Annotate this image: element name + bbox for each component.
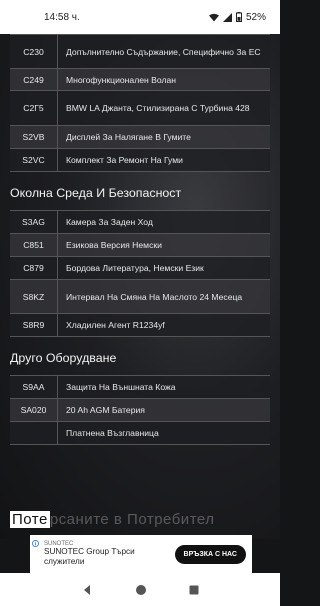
option-description: Дисплей За Налягане В Гумите: [66, 132, 191, 142]
option-description: Многофункционален Волан: [66, 74, 177, 85]
table-row: Платнена Възглавница: [10, 422, 270, 445]
option-description: Интервал На Смяна На Маслото 24 Месеца: [66, 291, 243, 302]
option-code: S2VB: [10, 126, 58, 148]
section-title-other: Друго Оборудване: [10, 351, 117, 365]
option-description: Езикова Версия Немски: [66, 240, 162, 250]
option-description: 20 Ah AGM Батерия: [66, 405, 145, 415]
option-code: C249: [10, 69, 58, 90]
ad-contact-button[interactable]: ВРЪЗКА С НАС: [174, 544, 246, 564]
equipment-table-environment: S3AG Камера За Заден Ход C851 Езикова Ве…: [10, 210, 270, 337]
table-row: C2Г5 BMW LA Джанта, Стилизирана С Турбин…: [10, 91, 270, 126]
ad-info-icon[interactable]: [32, 540, 39, 547]
section-title-environment: Околна Среда И Безопасност: [10, 186, 182, 200]
home-icon[interactable]: [135, 584, 147, 596]
option-code: C879: [10, 257, 58, 279]
table-row: C879 Бордова Литература, Немски Език: [10, 257, 270, 280]
option-code: [10, 422, 58, 444]
table-row: S8KZ Интервал На Смяна На Маслото 24 Мес…: [10, 280, 270, 314]
battery-icon: [235, 12, 242, 22]
option-code: S3AG: [10, 211, 58, 233]
signal-icon: [222, 12, 232, 22]
equipment-table-top: C230 Допълнително Съдържание, Специфично…: [10, 34, 270, 172]
content-scroll-area[interactable]: C230 Допълнително Съдържание, Специфично…: [0, 34, 280, 539]
option-code: S8KZ: [10, 280, 58, 313]
option-description: Допълнително Съдържание, Специфично За Е…: [66, 46, 261, 57]
option-code: S2VC: [10, 149, 58, 171]
overlay-heading: Поте рсаните в Потребител: [10, 511, 215, 528]
option-code: C851: [10, 234, 58, 256]
wifi-icon: [208, 13, 219, 21]
overlay-heading-lead: Поте: [10, 511, 50, 528]
ad-text[interactable]: SUNOTEC SUNOTEC Group Търси служители: [36, 541, 175, 567]
option-description: Хладилен Агент R1234yf: [66, 320, 165, 330]
table-row: S9AA Защита На Външната Кожа: [10, 376, 270, 399]
option-code: SA020: [10, 399, 58, 421]
table-row: S2VB Дисплей За Налягане В Гумите: [10, 126, 270, 149]
overlay-heading-rest: рсаните в Потребител: [49, 511, 215, 528]
back-icon[interactable]: [81, 584, 93, 596]
table-row: C230 Допълнително Съдържание, Специфично…: [10, 35, 270, 69]
option-code: S8R9: [10, 314, 58, 336]
table-row: C851 Езикова Версия Немски: [10, 234, 270, 257]
option-description: Камера За Заден Ход: [66, 217, 153, 227]
equipment-table-other: S9AA Защита На Външната Кожа SA020 20 Ah…: [10, 375, 270, 445]
option-description: Платнена Възглавница: [66, 428, 159, 438]
option-description: Защита На Външната Кожа: [66, 382, 176, 392]
option-code: S9AA: [10, 376, 58, 398]
option-code: C2Г5: [10, 91, 58, 125]
status-time: 14:58 ч.: [44, 11, 80, 23]
battery-percent: 52%: [245, 11, 266, 23]
option-description: Комплект За Ремонт На Гуми: [66, 155, 183, 165]
option-description: BMW LA Джанта, Стилизирана С Турбина 428: [66, 103, 250, 113]
table-row: C249 Многофункционален Волан: [10, 69, 270, 91]
table-row: SA020 20 Ah AGM Батерия: [10, 399, 270, 422]
table-row: S8R9 Хладилен Агент R1234yf: [10, 314, 270, 337]
table-row: S3AG Камера За Заден Ход: [10, 211, 270, 234]
status-icons: 52%: [208, 11, 266, 23]
option-code: C230: [10, 35, 58, 68]
status-bar: 14:58 ч. 52%: [0, 0, 280, 34]
ad-banner[interactable]: SUNOTEC SUNOTEC Group Търси служители ВР…: [30, 535, 252, 573]
system-nav-bar: [0, 573, 280, 606]
ad-headline[interactable]: SUNOTEC Group Търси служители: [44, 547, 175, 567]
option-description: Бордова Литература, Немски Език: [66, 263, 204, 273]
table-row: S2VC Комплект За Ремонт На Гуми: [10, 149, 270, 172]
recents-icon[interactable]: [189, 585, 199, 595]
